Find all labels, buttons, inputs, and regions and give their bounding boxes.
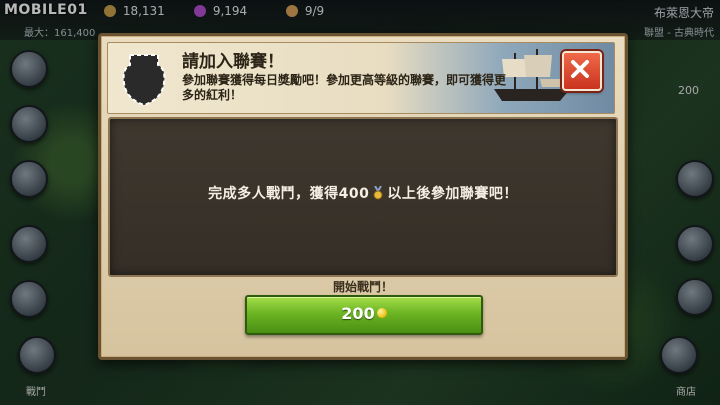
join-league-dialog: 請加入聯賽！ 參加聯賽獲得每日獎勵吧！參加更高等級的聯賽，即可獲得更多的紅利！ … <box>98 33 628 360</box>
requirement-text-post: 以上後參加聯賽吧！ <box>387 186 518 202</box>
requirement-panel: 完成多人戰鬥，獲得400 以上後參加聯賽吧！ <box>108 117 618 277</box>
close-button[interactable] <box>562 51 602 91</box>
dialog-title: 請加入聯賽！ <box>182 52 284 72</box>
medal-icon <box>373 186 383 200</box>
requirement-text-pre: 完成多人戰鬥，獲得400 <box>208 186 370 202</box>
league-badge-slot-icon <box>122 54 166 107</box>
gold-coin-icon <box>376 308 387 318</box>
start-battle-label: 開始戰鬥！ <box>332 280 393 294</box>
start-battle-cost: 200 <box>341 304 375 323</box>
start-battle-button[interactable]: 200 <box>245 295 483 335</box>
close-icon <box>571 60 589 78</box>
dialog-header: 請加入聯賽！ 參加聯賽獲得每日獎勵吧！參加更高等級的聯賽，即可獲得更多的紅利！ <box>107 42 615 114</box>
dialog-subtitle: 參加聯賽獲得每日獎勵吧！參加更高等級的聯賽，即可獲得更多的紅利！ <box>182 73 507 102</box>
requirement-message: 完成多人戰鬥，獲得400 以上後參加聯賽吧！ <box>110 183 616 203</box>
